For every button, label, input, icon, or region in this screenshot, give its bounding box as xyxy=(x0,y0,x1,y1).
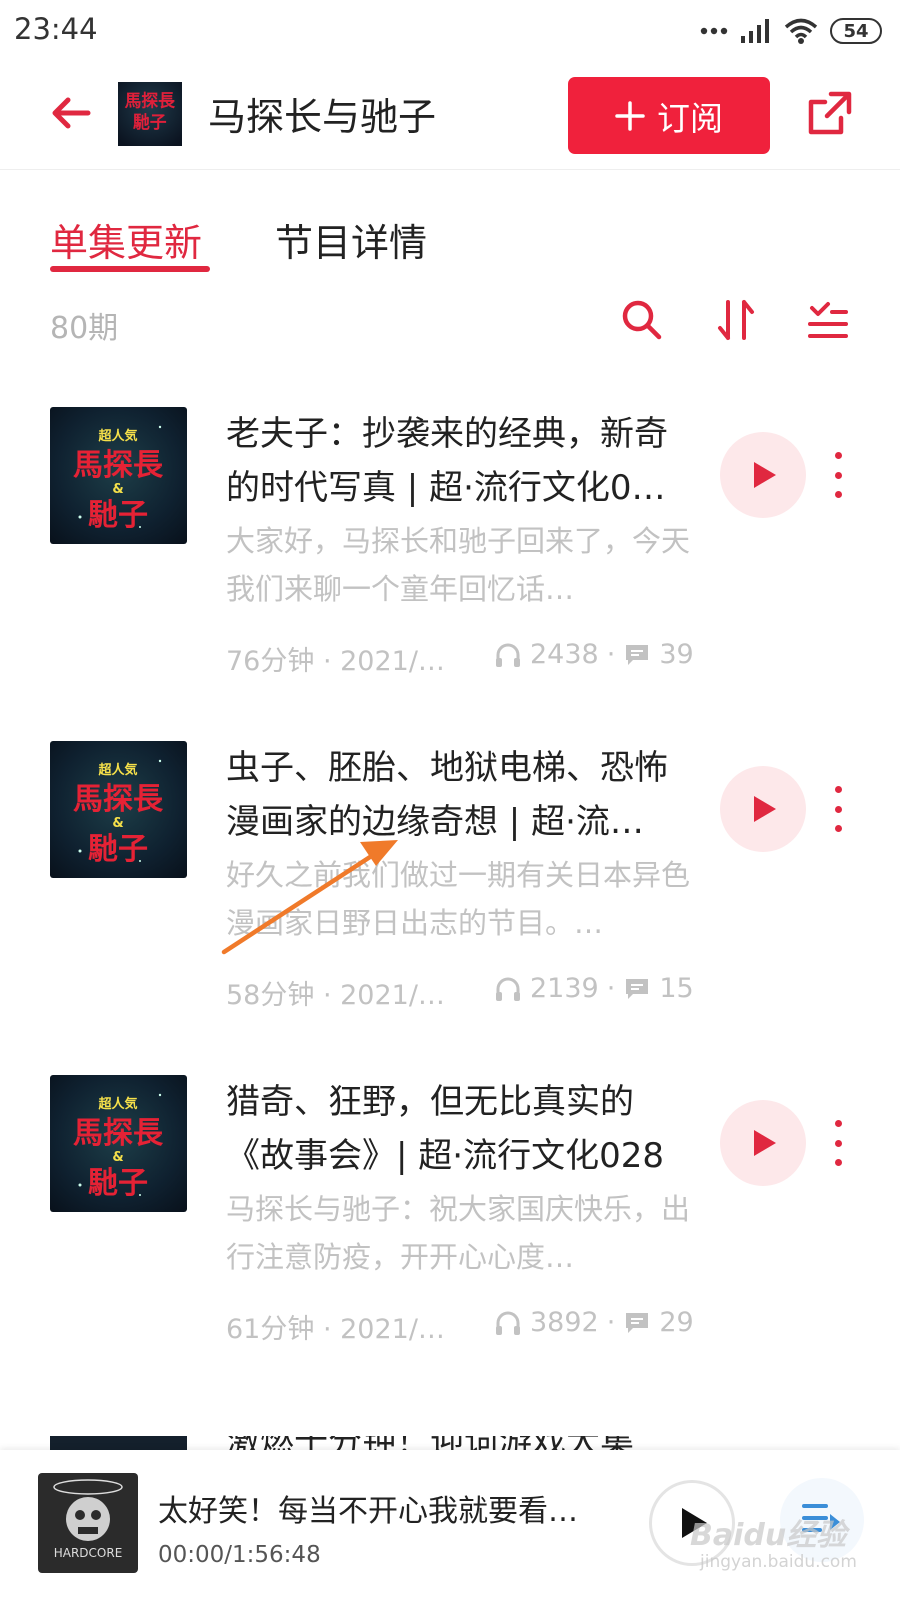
now-playing-title[interactable]: 太好笑！每当不开心我就要看… xyxy=(158,1486,598,1530)
svg-text:HARDCORE: HARDCORE xyxy=(54,1546,123,1560)
now-playing-time: 00:00/1:56:48 xyxy=(158,1542,321,1568)
baidu-watermark: Baidu经验 xyxy=(690,1518,847,1553)
baidu-watermark-url: jingyan.baidu.com xyxy=(700,1552,857,1572)
annotation-arrow-icon xyxy=(221,840,398,955)
now-playing-cover: HARDCORE xyxy=(38,1473,138,1573)
